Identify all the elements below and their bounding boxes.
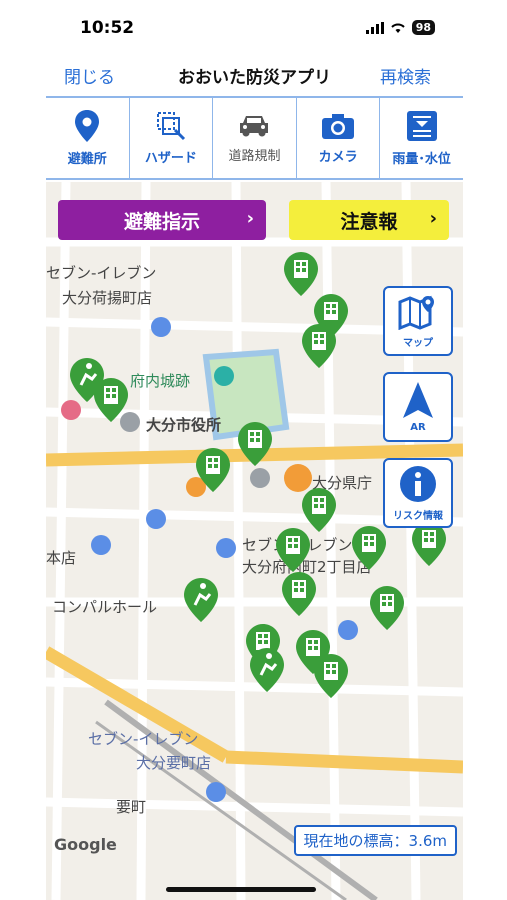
status-bar: 10:52 98 (46, 0, 463, 58)
map-label-honten: 本店 (46, 549, 77, 567)
camera-icon (322, 113, 355, 139)
map-label-kaname: 要町 (116, 798, 147, 816)
shelter-pin-icon[interactable] (302, 324, 336, 368)
hazard-layers-icon (156, 111, 185, 140)
evacuation-site-pin-icon[interactable] (184, 578, 218, 622)
tool-road[interactable]: 道路規制 (213, 98, 297, 178)
map-button-label: マップ (403, 337, 433, 349)
tool-road-label: 道路規制 (228, 148, 281, 164)
tool-hazard[interactable]: ハザード (130, 98, 214, 178)
research-button[interactable]: 再検索 (380, 63, 431, 88)
status-icons: 98 (365, 20, 435, 35)
map-label-funai-castle: 府内城跡 (130, 372, 191, 390)
cellular-icon (365, 21, 384, 34)
car-icon (240, 115, 269, 136)
ar-button[interactable]: AR (383, 372, 453, 442)
shelter-pin-icon[interactable] (196, 448, 230, 492)
location-pin-icon (75, 109, 100, 142)
elevation-badge: 現在地の標高：3.6m (293, 825, 457, 856)
map-label-compal: コンパルホール (52, 598, 158, 616)
tool-hazard-label: ハザード (144, 150, 197, 166)
category-toolbar: 避難所 ハザード 道路規制 カメラ 雨量･水位 (46, 96, 463, 180)
tool-shelter-label: 避難所 (67, 151, 107, 167)
status-time: 10:52 (80, 18, 135, 38)
shelter-pin-icon[interactable] (370, 586, 404, 630)
tool-shelter[interactable]: 避難所 (46, 98, 130, 178)
warning-advisory-label: 注意報 (340, 210, 398, 233)
map-icon (398, 295, 434, 330)
warning-advisory-button[interactable]: 注意報 › (289, 200, 449, 240)
evacuation-site-pin-icon[interactable] (250, 648, 284, 692)
shelter-pin-icon[interactable] (276, 528, 310, 572)
map-label-seven-nishi-sub: 大分荷揚町店 (62, 289, 153, 307)
shelter-pin-icon[interactable] (412, 522, 446, 566)
tool-rain[interactable]: 雨量･水位 (380, 98, 463, 178)
evacuation-order-label: 避難指示 (123, 210, 200, 233)
chevron-right-icon: › (429, 208, 437, 229)
shelter-pin-icon[interactable] (238, 422, 272, 466)
battery-indicator: 98 (411, 20, 435, 35)
tool-camera[interactable]: カメラ (297, 98, 381, 178)
shelter-pin-icon[interactable] (282, 572, 316, 616)
map-label-seven-kaname-sub: 大分要町店 (136, 754, 212, 772)
shelter-pin-icon[interactable] (284, 252, 318, 296)
google-logo: Google (54, 835, 117, 854)
map-view[interactable]: 避難指示 › 注意報 › セブン-イレブン 大分荷揚町店 府内城跡 大分市役所 … (46, 182, 463, 900)
shelter-pin-icon[interactable] (314, 654, 348, 698)
water-level-icon (406, 110, 437, 141)
map-label-city-hall: 大分市役所 (146, 416, 222, 434)
tool-camera-label: カメラ (318, 149, 358, 165)
shelter-pin-icon[interactable] (94, 378, 128, 422)
ar-button-label: AR (410, 421, 426, 433)
risk-info-button[interactable]: リスク情報 (383, 458, 453, 528)
home-indicator[interactable] (166, 887, 316, 892)
nav-bar: 閉じる おおいた防災アプリ 再検索 (46, 58, 463, 94)
app-screen: 10:52 98 閉じる おおいた防災アプリ 再検索 避難所 ハザード 道路規制… (46, 0, 463, 900)
risk-info-button-label: リスク情報 (393, 510, 443, 522)
info-icon (400, 465, 436, 502)
shelter-pin-icon[interactable] (352, 526, 386, 570)
evacuation-order-button[interactable]: 避難指示 › (58, 200, 266, 240)
chevron-right-icon: › (246, 208, 254, 229)
map-label-seven-nishi: セブン-イレブン (46, 264, 157, 282)
shelter-pin-icon[interactable] (302, 488, 336, 532)
map-label-seven-kaname: セブン-イレブン (88, 730, 199, 748)
wifi-icon (390, 23, 405, 33)
tool-rain-label: 雨量･水位 (392, 151, 451, 167)
navigation-arrow-icon (403, 381, 433, 418)
map-button[interactable]: マップ (383, 286, 453, 356)
